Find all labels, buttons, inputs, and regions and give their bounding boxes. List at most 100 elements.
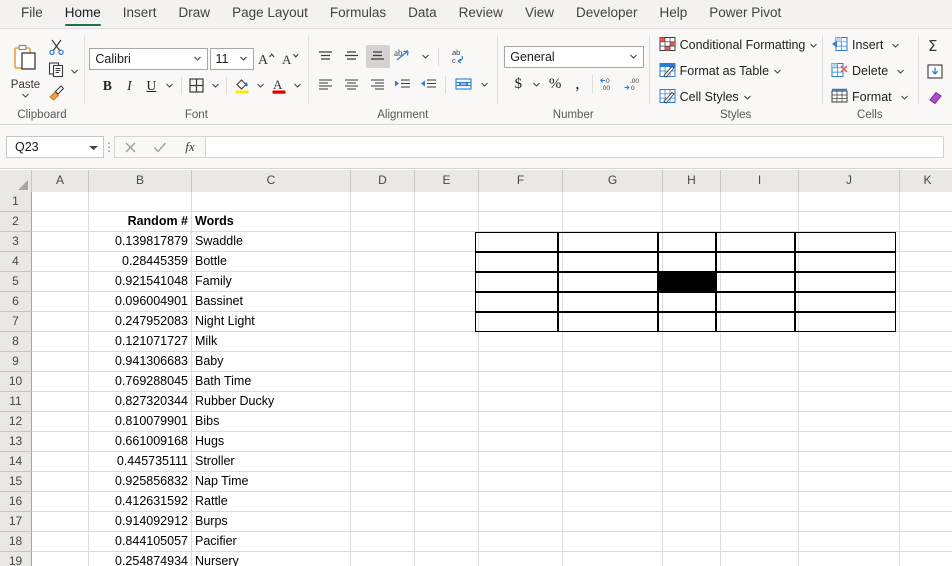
cell-F16[interactable]: [479, 492, 563, 512]
percent-format-button[interactable]: %: [545, 73, 565, 96]
ribbon-tab-power-pivot[interactable]: Power Pivot: [698, 0, 792, 28]
autosum-button[interactable]: Σ: [923, 34, 947, 57]
cell-K11[interactable]: [900, 392, 952, 412]
cell-I12[interactable]: [721, 412, 799, 432]
cell-H12[interactable]: [663, 412, 721, 432]
insert-cells-button[interactable]: Insert: [827, 34, 913, 57]
cell-F13[interactable]: [479, 432, 563, 452]
cell-E4[interactable]: [415, 252, 479, 272]
cell-J8[interactable]: [799, 332, 900, 352]
cell-D17[interactable]: [351, 512, 415, 532]
cell-G18[interactable]: [563, 532, 663, 552]
align-center-button[interactable]: [340, 73, 364, 96]
cell-F14[interactable]: [479, 452, 563, 472]
cell-E8[interactable]: [415, 332, 479, 352]
clear-button[interactable]: [923, 86, 947, 109]
cell-K9[interactable]: [900, 352, 952, 372]
align-right-button[interactable]: [365, 73, 389, 96]
cell-F12[interactable]: [479, 412, 563, 432]
cell-D18[interactable]: [351, 532, 415, 552]
formula-input[interactable]: [205, 136, 944, 158]
cell-C1[interactable]: [192, 192, 351, 212]
cell-A14[interactable]: [32, 452, 89, 472]
delete-chevron-down-icon[interactable]: [896, 67, 905, 76]
cell-G10[interactable]: [563, 372, 663, 392]
cell-A13[interactable]: [32, 432, 89, 452]
font-size-combo[interactable]: 11: [209, 47, 254, 70]
cell-H5-filled[interactable]: [657, 272, 715, 292]
cell-F15[interactable]: [479, 472, 563, 492]
font-color-chevron-down-icon[interactable]: [291, 74, 304, 97]
ribbon-tab-draw[interactable]: Draw: [168, 0, 222, 28]
row-header-7[interactable]: 7: [0, 312, 32, 332]
font-name-combo[interactable]: Calibri: [89, 47, 208, 70]
cell-A8[interactable]: [32, 332, 89, 352]
cell-I4[interactable]: [721, 252, 799, 272]
cell-H6[interactable]: [663, 292, 721, 312]
cell-D3[interactable]: [351, 232, 415, 252]
cell-A19[interactable]: [32, 552, 89, 566]
cell-J17[interactable]: [799, 512, 900, 532]
cell-D4[interactable]: [351, 252, 415, 272]
font-size-chevron-down-icon[interactable]: [237, 54, 250, 63]
cell-B2[interactable]: Random #: [89, 212, 192, 232]
cell-H8[interactable]: [663, 332, 721, 352]
cell-I14[interactable]: [721, 452, 799, 472]
row-header-3[interactable]: 3: [0, 232, 32, 252]
cell-H3[interactable]: [663, 232, 721, 252]
row-header-4[interactable]: 4: [0, 252, 32, 272]
cell-B17[interactable]: 0.914092912: [89, 512, 192, 532]
ribbon-tab-data[interactable]: Data: [397, 0, 448, 28]
cell-H16[interactable]: [663, 492, 721, 512]
cell-F19[interactable]: [479, 552, 563, 566]
cell-K2[interactable]: [900, 212, 952, 232]
merge-chevron-down-icon[interactable]: [477, 73, 492, 96]
cell-I17[interactable]: [721, 512, 799, 532]
cell-C16[interactable]: Rattle: [192, 492, 351, 512]
ribbon-tab-view[interactable]: View: [514, 0, 565, 28]
cell-H9[interactable]: [663, 352, 721, 372]
cell-F10[interactable]: [479, 372, 563, 392]
column-header-I[interactable]: I: [721, 170, 799, 192]
cell-A17[interactable]: [32, 512, 89, 532]
cell-B10[interactable]: 0.769288045: [89, 372, 192, 392]
cell-I15[interactable]: [721, 472, 799, 492]
cell-J11[interactable]: [799, 392, 900, 412]
cell-C11[interactable]: Rubber Ducky: [192, 392, 351, 412]
cell-D12[interactable]: [351, 412, 415, 432]
increase-decimal-button[interactable]: 0 .00: [598, 73, 620, 96]
cell-D1[interactable]: [351, 192, 415, 212]
cell-D2[interactable]: [351, 212, 415, 232]
cell-B1[interactable]: [89, 192, 192, 212]
cell-H11[interactable]: [663, 392, 721, 412]
cell-I2[interactable]: [721, 212, 799, 232]
cell-D10[interactable]: [351, 372, 415, 392]
column-header-J[interactable]: J: [799, 170, 900, 192]
cell-E17[interactable]: [415, 512, 479, 532]
row-header-12[interactable]: 12: [0, 412, 32, 432]
cell-K16[interactable]: [900, 492, 952, 512]
cell-H7[interactable]: [663, 312, 721, 332]
cell-J15[interactable]: [799, 472, 900, 492]
cell-H15[interactable]: [663, 472, 721, 492]
row-header-19[interactable]: 19: [0, 552, 32, 566]
increase-indent-button[interactable]: [417, 73, 441, 96]
format-painter-button[interactable]: [48, 84, 79, 106]
ribbon-tab-developer[interactable]: Developer: [565, 0, 649, 28]
cell-E16[interactable]: [415, 492, 479, 512]
fill-color-button[interactable]: [232, 74, 252, 97]
cell-K12[interactable]: [900, 412, 952, 432]
row-header-6[interactable]: 6: [0, 292, 32, 312]
cell-J3[interactable]: [799, 232, 900, 252]
wrap-text-button[interactable]: ab c: [444, 45, 474, 68]
cell-C19[interactable]: Nursery: [192, 552, 351, 566]
cell-A2[interactable]: [32, 212, 89, 232]
ribbon-tab-file[interactable]: File: [10, 0, 54, 28]
cell-D6[interactable]: [351, 292, 415, 312]
ribbon-tab-formulas[interactable]: Formulas: [319, 0, 397, 28]
fill-color-chevron-down-icon[interactable]: [254, 74, 267, 97]
enter-button[interactable]: [145, 137, 175, 158]
column-header-C[interactable]: C: [192, 170, 351, 192]
cell-E12[interactable]: [415, 412, 479, 432]
cell-C7[interactable]: Night Light: [192, 312, 351, 332]
